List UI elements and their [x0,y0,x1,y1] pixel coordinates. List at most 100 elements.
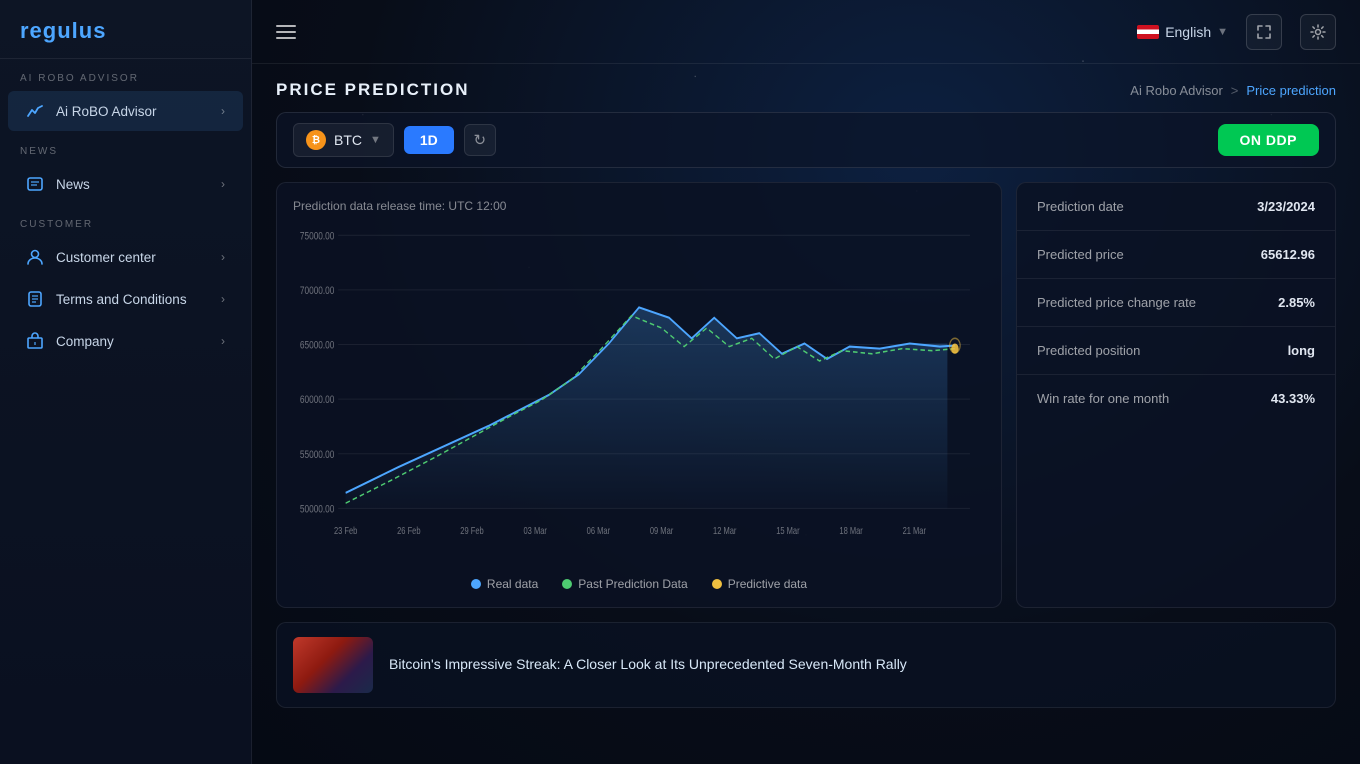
sidebar: regulus AI ROBO ADVISOR Ai RoBO Advisor … [0,0,252,764]
terms-chevron-icon: › [221,292,225,306]
legend-predictive-data-dot [712,579,722,589]
predicted-position-row: Predicted position long [1017,327,1335,375]
news-thumb-image [293,637,373,693]
hamburger-line-1 [276,25,296,27]
sidebar-item-news[interactable]: News › [8,164,243,204]
breadcrumb-parent: Ai Robo Advisor [1130,83,1223,98]
news-section: Bitcoin's Impressive Streak: A Closer Lo… [276,622,1336,708]
price-chart-container: Prediction data release time: UTC 12:00 [276,182,1002,608]
prediction-date-label: Prediction date [1037,199,1124,214]
svg-text:12 Mar: 12 Mar [713,525,736,536]
svg-text:15 Mar: 15 Mar [776,525,799,536]
ddp-button[interactable]: ON DDP [1218,124,1319,156]
app-logo: regulus [20,18,231,44]
news-item[interactable]: Bitcoin's Impressive Streak: A Closer Lo… [277,623,1335,707]
sidebar-item-terms-label: Terms and Conditions [56,292,187,307]
legend-past-prediction: Past Prediction Data [562,577,687,591]
refresh-icon: ↻ [474,131,487,149]
hamburger-line-3 [276,37,296,39]
coin-dropdown-icon: ▼ [370,134,381,146]
svg-text:60000.00: 60000.00 [300,394,335,407]
sidebar-item-news-left: News [26,175,90,193]
company-icon [26,332,44,350]
topnav-right: English ▼ [1137,14,1336,50]
news-chevron-icon: › [221,177,225,191]
news-icon [26,175,44,193]
legend-past-prediction-label: Past Prediction Data [578,577,687,591]
predicted-position-value: long [1288,343,1315,358]
predicted-price-value: 65612.96 [1261,247,1315,262]
refresh-button[interactable]: ↻ [464,124,496,156]
breadcrumb-separator: > [1231,83,1239,98]
legend-real-data-label: Real data [487,577,538,591]
hamburger-menu-button[interactable] [276,25,296,39]
breadcrumb-current: Price prediction [1246,83,1336,98]
sidebar-item-ai-robo-left: Ai RoBO Advisor [26,102,157,120]
sidebar-item-terms-left: Terms and Conditions [26,290,187,308]
hamburger-line-2 [276,31,296,33]
main-content: English ▼ PRICE PREDICTION Ai Robo Advis… [252,0,1360,764]
svg-text:18 Mar: 18 Mar [839,525,862,536]
svg-text:55000.00: 55000.00 [300,449,335,462]
sidebar-item-customer-center[interactable]: Customer center › [8,237,243,277]
predicted-position-label: Predicted position [1037,343,1140,358]
top-navigation: English ▼ [252,0,1360,64]
svg-text:26 Feb: 26 Feb [397,525,420,536]
news-thumbnail [293,637,373,693]
page-header: PRICE PREDICTION Ai Robo Advisor > Price… [276,64,1336,112]
sidebar-item-company[interactable]: Company › [8,321,243,361]
svg-text:50000.00: 50000.00 [300,503,335,516]
win-rate-row: Win rate for one month 43.33% [1017,375,1335,422]
sidebar-item-company-label: Company [56,334,114,349]
prediction-date-row: Prediction date 3/23/2024 [1017,183,1335,231]
svg-text:21 Mar: 21 Mar [903,525,926,536]
sidebar-item-customer-left: Customer center [26,248,156,266]
chart-release-time: Prediction data release time: UTC 12:00 [293,199,985,213]
sidebar-item-terms[interactable]: Terms and Conditions › [8,279,243,319]
flag-icon [1137,25,1159,39]
language-label: English [1165,24,1211,40]
breadcrumb: Ai Robo Advisor > Price prediction [1130,83,1336,98]
prediction-date-value: 3/23/2024 [1257,199,1315,214]
predicted-price-label: Predicted price [1037,247,1124,262]
legend-predictive-data: Predictive data [712,577,807,591]
sidebar-item-company-left: Company [26,332,114,350]
language-selector[interactable]: English ▼ [1137,24,1228,40]
customer-center-icon [26,248,44,266]
sidebar-item-ai-robo-label: Ai RoBO Advisor [56,104,157,119]
btc-icon: ₿ [306,130,326,150]
language-chevron-icon: ▼ [1217,26,1228,38]
ai-robo-icon [26,102,44,120]
svg-text:29 Feb: 29 Feb [460,525,483,536]
fullscreen-button[interactable] [1246,14,1282,50]
news-section-label: NEWS [0,132,251,163]
page-content-area: PRICE PREDICTION Ai Robo Advisor > Price… [252,64,1360,764]
predicted-price-change-row: Predicted price change rate 2.85% [1017,279,1335,327]
price-chart-svg: 75000.00 70000.00 65000.00 60000.00 5500… [293,225,985,565]
period-1d-button[interactable]: 1D [404,126,454,154]
sidebar-logo-area: regulus [0,0,251,59]
coin-selector[interactable]: ₿ BTC ▼ [293,123,394,157]
topnav-left [276,25,296,39]
sidebar-item-ai-robo[interactable]: Ai RoBO Advisor › [8,91,243,131]
ai-robo-chevron-icon: › [221,104,225,118]
svg-text:06 Mar: 06 Mar [587,525,610,536]
page-title: PRICE PREDICTION [276,80,470,100]
sidebar-item-customer-label: Customer center [56,250,156,265]
settings-button[interactable] [1300,14,1336,50]
terms-icon [26,290,44,308]
coin-label: BTC [334,132,362,148]
sidebar-item-news-label: News [56,177,90,192]
svg-text:09 Mar: 09 Mar [650,525,673,536]
legend-predictive-data-label: Predictive data [728,577,807,591]
svg-text:75000.00: 75000.00 [300,230,335,243]
company-chevron-icon: › [221,334,225,348]
legend-past-prediction-dot [562,579,572,589]
win-rate-value: 43.33% [1271,391,1315,406]
chart-toolbar: ₿ BTC ▼ 1D ↻ ON DDP [276,112,1336,168]
predicted-price-row: Predicted price 65612.96 [1017,231,1335,279]
customer-section-label: CUSTOMER [0,205,251,236]
chart-legend: Real data Past Prediction Data Predictiv… [293,577,985,591]
news-item-title: Bitcoin's Impressive Streak: A Closer Lo… [389,655,907,675]
predicted-price-change-label: Predicted price change rate [1037,295,1196,310]
